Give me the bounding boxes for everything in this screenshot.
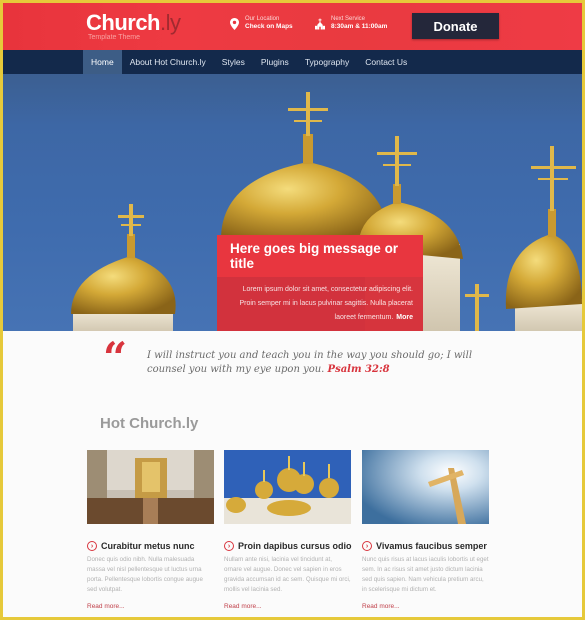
nav-item-about[interactable]: About Hot Church.ly bbox=[122, 50, 214, 74]
page-frame: Church.ly Template Theme Our Location Ch… bbox=[3, 3, 582, 617]
quote-body: I will instruct you and teach you in the… bbox=[147, 350, 473, 375]
location-link[interactable]: Check on Maps bbox=[245, 23, 293, 31]
post-excerpt: Donec quis odio nibh. Nulla malesuada ma… bbox=[87, 556, 203, 593]
donate-button[interactable]: Donate bbox=[412, 13, 499, 39]
arrow-right-circle-icon: › bbox=[224, 541, 234, 551]
logo-suffix: .ly bbox=[160, 10, 181, 35]
post-image-cathedral-interior[interactable] bbox=[87, 450, 214, 524]
service-times: 8:30am & 11:00am bbox=[331, 23, 388, 30]
hero-title: Here goes big message or title bbox=[217, 235, 423, 277]
post-title: Proin dapibus cursus odio bbox=[238, 541, 352, 551]
main-nav: Home About Hot Church.ly Styles Plugins … bbox=[3, 50, 582, 74]
map-pin-icon bbox=[229, 17, 239, 31]
dome-small bbox=[465, 284, 489, 331]
service-label: Next Service bbox=[331, 16, 366, 22]
post-title-link[interactable]: › Vivamus faucibus semper bbox=[362, 541, 489, 551]
post-title: Vivamus faucibus semper bbox=[376, 541, 487, 551]
site-logo[interactable]: Church.ly bbox=[86, 10, 181, 36]
read-more-link[interactable]: Read more... bbox=[87, 603, 214, 610]
quote-text: I will instruct you and teach you in the… bbox=[147, 349, 477, 377]
quote-icon: “ bbox=[103, 333, 128, 382]
nav-item-plugins[interactable]: Plugins bbox=[253, 50, 297, 74]
hero-body-text: Lorem ipsum dolor sit amet, consectetur … bbox=[239, 286, 413, 321]
read-more-link[interactable]: Read more... bbox=[224, 603, 351, 610]
post-title: Curabitur metus nunc bbox=[101, 541, 195, 551]
location-info[interactable]: Our Location Check on Maps bbox=[229, 16, 293, 31]
post-card: › Curabitur metus nunc Donec quis odio ni… bbox=[87, 450, 214, 610]
hero-slider: Here goes big message or title Lorem ips… bbox=[3, 74, 582, 331]
logo-main: Church bbox=[86, 10, 161, 35]
quote-reference[interactable]: Psalm 32:8 bbox=[328, 364, 390, 375]
hero-body: Lorem ipsum dolor sit amet, consectetur … bbox=[217, 277, 423, 331]
hero-message-box: Here goes big message or title Lorem ips… bbox=[217, 235, 423, 331]
location-label: Our Location bbox=[245, 16, 280, 22]
post-image-cross-in-sky[interactable] bbox=[362, 450, 489, 524]
post-title-link[interactable]: › Curabitur metus nunc bbox=[87, 541, 214, 551]
site-header: Church.ly Template Theme Our Location Ch… bbox=[3, 3, 582, 50]
post-excerpt: Nullam ante nisi, lacinia vel tincidunt … bbox=[224, 556, 351, 593]
nav-item-contact[interactable]: Contact Us bbox=[357, 50, 415, 74]
post-image-golden-domes[interactable] bbox=[224, 450, 351, 524]
arrow-right-circle-icon: › bbox=[362, 541, 372, 551]
section-title: Hot Church.ly bbox=[100, 415, 199, 432]
hero-more-link[interactable]: More bbox=[396, 314, 413, 321]
post-card: › Proin dapibus cursus odio Nullam ante n… bbox=[224, 450, 352, 610]
nav-item-styles[interactable]: Styles bbox=[214, 50, 253, 74]
read-more-link[interactable]: Read more... bbox=[362, 603, 489, 610]
church-icon bbox=[315, 17, 325, 31]
arrow-right-circle-icon: › bbox=[87, 541, 97, 551]
post-excerpt: Nunc quis risus at lacus iaculis loborti… bbox=[362, 556, 489, 593]
dome-left bbox=[71, 204, 176, 331]
site-tagline: Template Theme bbox=[88, 34, 141, 41]
post-title-link[interactable]: › Proin dapibus cursus odio bbox=[224, 541, 352, 551]
post-card: › Vivamus faucibus semper Nunc quis risus… bbox=[362, 450, 489, 610]
dome-right bbox=[505, 146, 582, 331]
dome-center bbox=[221, 92, 388, 239]
nav-item-home[interactable]: Home bbox=[83, 50, 122, 74]
nav-item-typography[interactable]: Typography bbox=[297, 50, 357, 74]
service-info: Next Service 8:30am & 11:00am bbox=[315, 16, 387, 31]
